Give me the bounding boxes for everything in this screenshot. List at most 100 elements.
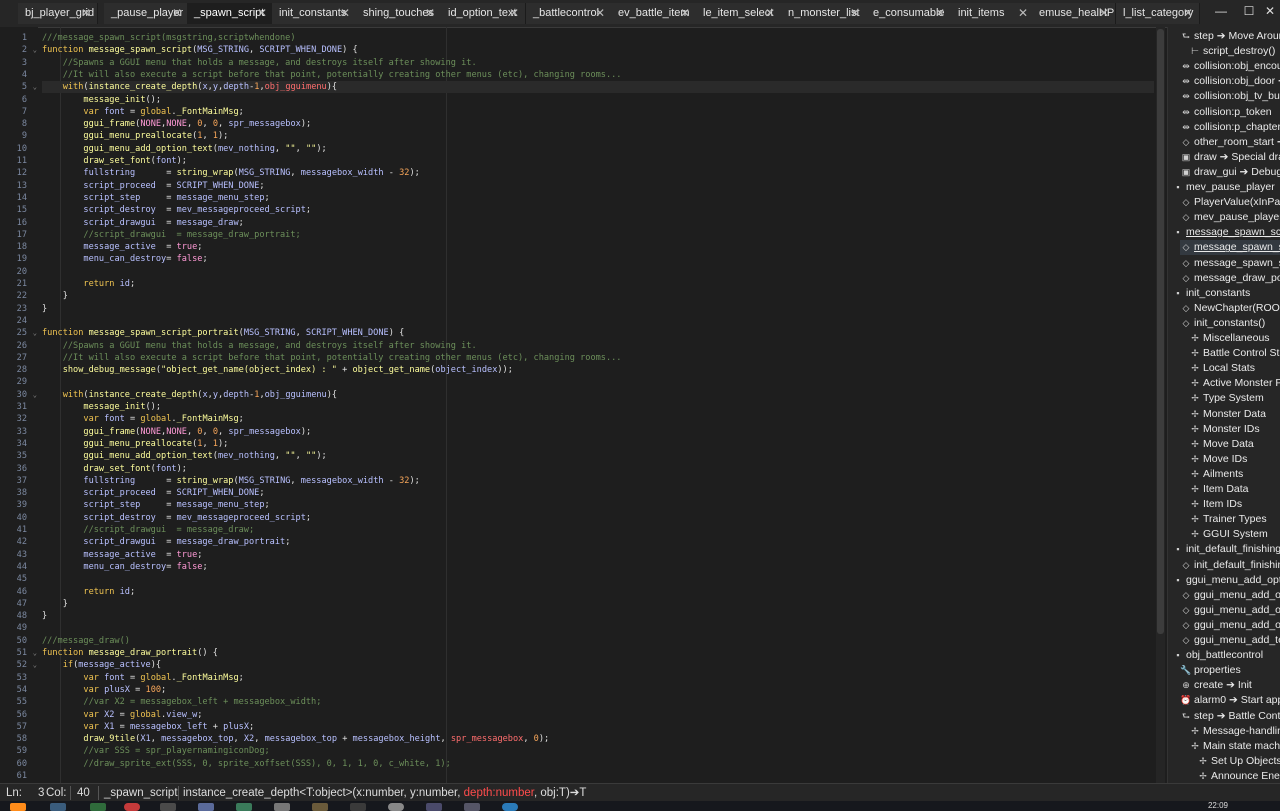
tree-item[interactable]: ◇ ggui_menu_add_op — [1180, 588, 1280, 603]
code-line[interactable]: script_destroy = mev_messageproceed_scri… — [42, 204, 311, 216]
code-line[interactable]: if(message_active){ — [42, 659, 161, 671]
code-line[interactable]: draw_9tile(X1, messagebox_top, X2, messa… — [42, 733, 549, 745]
tree-item[interactable]: ✢ Trainer Types — [1189, 512, 1280, 527]
code-line[interactable]: return id; — [42, 278, 135, 290]
minimize-button[interactable]: — — [1207, 0, 1235, 22]
fold-toggle-icon[interactable]: ⌄ — [33, 389, 37, 401]
tree-item[interactable]: ◇ ggui_menu_add_te — [1180, 633, 1280, 648]
close-tab-icon[interactable]: ✕ — [81, 3, 91, 24]
code-line[interactable]: //script_drawgui = message_draw_portrait… — [42, 229, 300, 241]
code-line[interactable]: //It will also execute a script before t… — [42, 352, 622, 364]
code-line[interactable]: function message_spawn_script_portrait(M… — [42, 327, 404, 339]
code-line[interactable]: var plusX = 100; — [42, 684, 166, 696]
code-line[interactable]: show_debug_message("object_get_name(obje… — [42, 364, 513, 376]
close-tab-icon[interactable]: ✕ — [595, 3, 605, 24]
close-tab-icon[interactable]: ✕ — [425, 3, 435, 24]
tab-4[interactable]: init_constants ✕ — [272, 3, 357, 24]
tree-item[interactable]: ✢ Type System — [1189, 391, 1280, 406]
code-line[interactable]: ggui_menu_preallocate(1, 1); — [42, 438, 228, 450]
code-line[interactable]: ///message_draw() — [42, 635, 130, 647]
tree-item[interactable]: ✢ Monster IDs — [1189, 422, 1280, 437]
taskbar-app-icon[interactable] — [388, 803, 404, 811]
tree-item[interactable]: ◇ other_room_start ➔ — [1180, 135, 1280, 150]
taskbar-app-icon[interactable] — [464, 803, 480, 811]
code-line[interactable]: script_destroy = mev_messageproceed_scri… — [42, 512, 311, 524]
close-tab-icon[interactable]: ✕ — [935, 3, 945, 24]
close-tab-icon[interactable]: ✕ — [257, 3, 267, 24]
tree-item[interactable]: ✢ Battle Control Sta — [1189, 346, 1280, 361]
editor-scrollbar[interactable] — [1156, 27, 1165, 783]
tree-item[interactable]: ◇ init_default_finishin — [1180, 558, 1280, 573]
tree-item[interactable]: ▣ draw_gui ➔ Debug — [1180, 165, 1280, 180]
tree-item[interactable]: ✢ Ailments — [1189, 467, 1280, 482]
code-line[interactable]: draw_set_font(font); — [42, 463, 187, 475]
code-line[interactable]: //script_drawgui = message_draw; — [42, 524, 254, 536]
close-tab-icon[interactable]: ✕ — [509, 3, 519, 24]
tree-item[interactable]: ◇ NewChapter(ROOM — [1180, 301, 1280, 316]
code-line[interactable]: //Spawns a GGUI menu that holds a messag… — [42, 340, 477, 352]
code-line[interactable]: message_active = true; — [42, 549, 202, 561]
close-tab-icon[interactable]: ✕ — [1183, 3, 1193, 24]
tree-item[interactable]: ⮑ step ➔ Move Aroun — [1180, 29, 1280, 44]
tab-2[interactable]: _pause_player ✕ — [104, 3, 189, 24]
taskbar-app-icon[interactable] — [502, 803, 518, 811]
tree-item[interactable]: ▪ obj_battlecontrol — [1172, 648, 1280, 663]
tree-item[interactable]: ▣ draw ➔ Special dra — [1180, 150, 1280, 165]
taskbar-app-icon[interactable] — [350, 803, 366, 811]
code-line[interactable]: var X2 = global.view_w; — [42, 709, 202, 721]
close-tab-icon[interactable]: ✕ — [850, 3, 860, 24]
code-line[interactable]: menu_can_destroy= false; — [42, 561, 207, 573]
code-line[interactable]: ggui_frame(NONE,NONE, 0, 0, spr_messageb… — [42, 426, 311, 438]
code-line[interactable]: message_init(); — [42, 401, 161, 413]
code-line[interactable]: ggui_menu_add_option_text(mev_nothing, "… — [42, 450, 326, 462]
tab-10[interactable]: n_monster_list ✕ — [781, 3, 867, 24]
tab-1[interactable]: bj_player_grid ✕ — [18, 3, 98, 24]
tree-item[interactable]: ▪ mev_pause_player — [1172, 180, 1280, 195]
close-tab-icon[interactable]: ✕ — [172, 3, 182, 24]
code-line[interactable]: var font = global._FontMainMsg; — [42, 106, 243, 118]
tree-item[interactable]: ✢ Item Data — [1189, 482, 1280, 497]
code-line[interactable]: //var X2 = messagebox_left + messagebox_… — [42, 696, 321, 708]
code-line[interactable]: script_step = message_menu_step; — [42, 192, 269, 204]
taskbar-app-icon[interactable] — [160, 803, 176, 811]
tab-3[interactable]: _spawn_script ✕ — [187, 3, 274, 24]
tab-5[interactable]: shing_touches ✕ — [356, 3, 442, 24]
tab-12[interactable]: init_items ✕ — [951, 3, 1035, 24]
close-tab-icon[interactable]: ✕ — [1099, 3, 1109, 24]
tab-9[interactable]: le_item_select ✕ — [696, 3, 782, 24]
tree-item[interactable]: ⇹ collision:obj_door ➔ — [1180, 74, 1280, 89]
code-line[interactable]: var X1 = messagebox_left + plusX; — [42, 721, 254, 733]
editor-scrollbar-thumb[interactable] — [1157, 29, 1164, 634]
taskbar-app-icon[interactable] — [274, 803, 290, 811]
code-line[interactable]: } — [42, 610, 47, 622]
tree-item[interactable]: ▪ ggui_menu_add_opti — [1172, 573, 1280, 588]
tree-item[interactable]: ⊕ create ➔ Init — [1180, 678, 1280, 693]
code-line[interactable]: var font = global._FontMainMsg; — [42, 672, 243, 684]
fold-toggle-icon[interactable]: ⌄ — [33, 659, 37, 671]
code-line[interactable]: ggui_menu_preallocate(1, 1); — [42, 130, 228, 142]
code-line[interactable]: //Spawns a GGUI menu that holds a messag… — [42, 57, 477, 69]
taskbar-app-icon[interactable] — [236, 803, 252, 811]
tree-item[interactable]: ⇹ collision:obj_tv_bui — [1180, 89, 1280, 104]
tree-item[interactable]: ✢ Set Up Objects — [1197, 754, 1280, 769]
code-line[interactable]: //draw_sprite_ext(SSS, 0, sprite_xoffset… — [42, 758, 450, 770]
tab-8[interactable]: ev_battle_item ✕ — [611, 3, 697, 24]
tab-13[interactable]: emuse_healHP ✕ — [1032, 3, 1116, 24]
tree-item[interactable]: ✢ Move IDs — [1189, 452, 1280, 467]
fold-toggle-icon[interactable]: ⌄ — [33, 44, 37, 56]
taskbar-app-icon[interactable] — [312, 803, 328, 811]
code-line[interactable]: fullstring = string_wrap(MSG_STRING, mes… — [42, 167, 419, 179]
code-line[interactable]: script_drawgui = message_draw_portrait; — [42, 536, 290, 548]
tree-item[interactable]: ✢ Move Data — [1189, 437, 1280, 452]
code-line[interactable]: function message_draw_portrait() { — [42, 647, 218, 659]
tab-11[interactable]: e_consumable ✕ — [866, 3, 952, 24]
code-line[interactable]: ggui_menu_add_option_text(mev_nothing, "… — [42, 143, 326, 155]
code-line[interactable]: } — [42, 290, 68, 302]
tree-item[interactable]: ✢ Message-handlin — [1189, 724, 1280, 739]
start-icon[interactable] — [10, 803, 26, 811]
tree-item[interactable]: 🔧 properties — [1180, 663, 1280, 678]
code-line[interactable]: } — [42, 303, 47, 315]
code-line[interactable]: message_active = true; — [42, 241, 202, 253]
close-tab-icon[interactable]: ✕ — [680, 3, 690, 24]
tree-item[interactable]: ◇ PlayerValue(xInPar — [1180, 195, 1280, 210]
